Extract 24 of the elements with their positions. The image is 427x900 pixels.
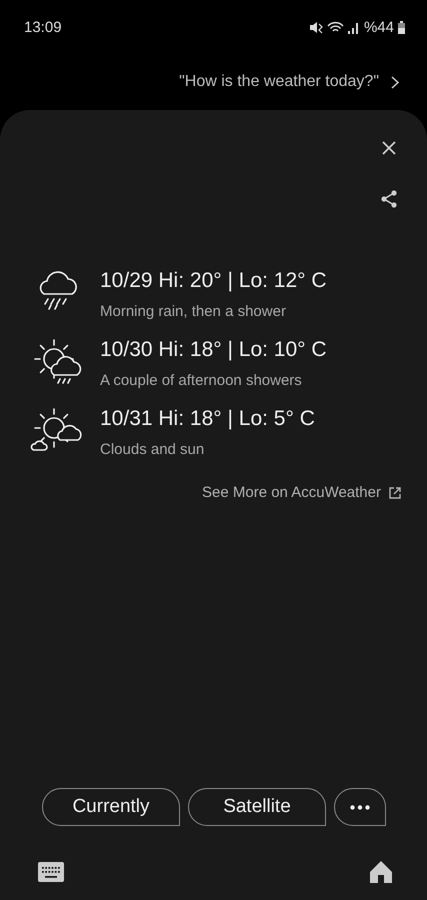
suggestion-chip[interactable]: Currently bbox=[42, 788, 180, 826]
forecast-title: 10/31 Hi: 18° | Lo: 5° C bbox=[100, 407, 315, 431]
suggestion-chip[interactable]: Satellite bbox=[188, 788, 326, 826]
forecast-title: 10/30 Hi: 18° | Lo: 10° C bbox=[100, 338, 327, 362]
close-icon bbox=[381, 140, 397, 156]
query-text: "How is the weather today?" bbox=[179, 73, 379, 91]
mute-icon bbox=[308, 20, 323, 34]
forecast-description: Morning rain, then a shower bbox=[100, 303, 287, 320]
more-icon bbox=[350, 804, 370, 810]
chevron-right-icon[interactable] bbox=[391, 76, 399, 88]
keyboard-icon[interactable] bbox=[38, 862, 64, 882]
more-button[interactable] bbox=[334, 788, 386, 826]
external-link-icon bbox=[389, 486, 401, 498]
forecast-description: A couple of afternoon showers bbox=[100, 372, 303, 389]
accuweather-link[interactable]: See More on AccuWeather bbox=[202, 484, 401, 501]
signal-icon bbox=[348, 20, 360, 34]
clock-time: 13:09 bbox=[24, 18, 62, 36]
forecast-title: 10/29 Hi: 20° | Lo: 12° C bbox=[100, 269, 327, 293]
battery-icon bbox=[398, 20, 405, 34]
battery-percent: %44 bbox=[364, 18, 394, 36]
forecast-description: Clouds and sun bbox=[100, 441, 206, 458]
wifi-icon bbox=[326, 20, 344, 34]
home-icon[interactable] bbox=[369, 860, 393, 884]
share-icon bbox=[381, 190, 397, 208]
